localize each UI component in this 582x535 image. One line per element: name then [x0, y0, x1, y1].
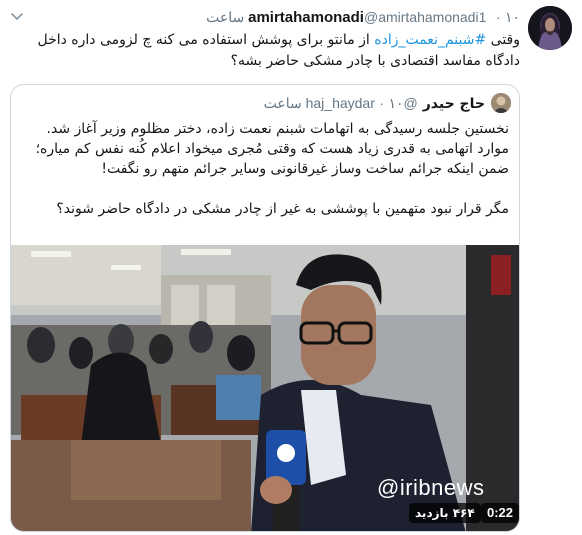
video-watermark: @iribnews: [377, 475, 485, 500]
video-player[interactable]: @iribnews ۴۶۴ بازدید 0:22: [11, 245, 519, 531]
quote-separator: ·: [379, 95, 385, 111]
quote-paragraph: نخستین جلسه رسیدگی به اتهامات شبنم نعمت …: [46, 121, 509, 137]
quote-avatar-icon: [491, 93, 511, 113]
quoted-tweet[interactable]: حاج حیدر@haj_haydar · ۱۰ ساعت نخستین جلس…: [10, 84, 520, 532]
duration-badge: 0:22: [481, 503, 519, 523]
quote-author-name[interactable]: حاج حیدر: [423, 96, 485, 112]
view-count-badge: ۴۶۴ بازدید: [409, 503, 481, 523]
author-name[interactable]: amirtahamonadi: [248, 9, 364, 26]
tweet-header: amirtahamonadi@amirtahamonadi1 · ۱۰ ساعت: [206, 8, 520, 27]
author-handle[interactable]: @amirtahamonadi1: [364, 9, 486, 25]
tweet[interactable]: amirtahamonadi@amirtahamonadi1 · ۱۰ ساعت…: [0, 0, 582, 535]
tweet-text-start: وقتی: [486, 32, 520, 48]
quote-avatar[interactable]: [491, 93, 511, 113]
avatar-icon: [528, 6, 572, 50]
quote-paragraph: مگر قرار نبود متهمین با پوششی به غیر از …: [56, 201, 509, 217]
hashtag-link[interactable]: #شبنم_نعمت_زاده: [374, 32, 486, 48]
avatar[interactable]: [528, 6, 572, 50]
quote-text: نخستین جلسه رسیدگی به اتهامات شبنم نعمت …: [17, 119, 509, 219]
quote-header: حاج حیدر@haj_haydar · ۱۰ ساعت: [264, 93, 485, 114]
separator: ·: [495, 9, 501, 25]
tweet-text: وقتی #شبنم_نعمت_زاده از مانتو برای پوشش …: [20, 30, 520, 72]
quote-paragraph: موارد اتهامی به قدری زیاد هست که وقتی مُ…: [35, 141, 509, 177]
chevron-down-icon[interactable]: [10, 9, 24, 23]
